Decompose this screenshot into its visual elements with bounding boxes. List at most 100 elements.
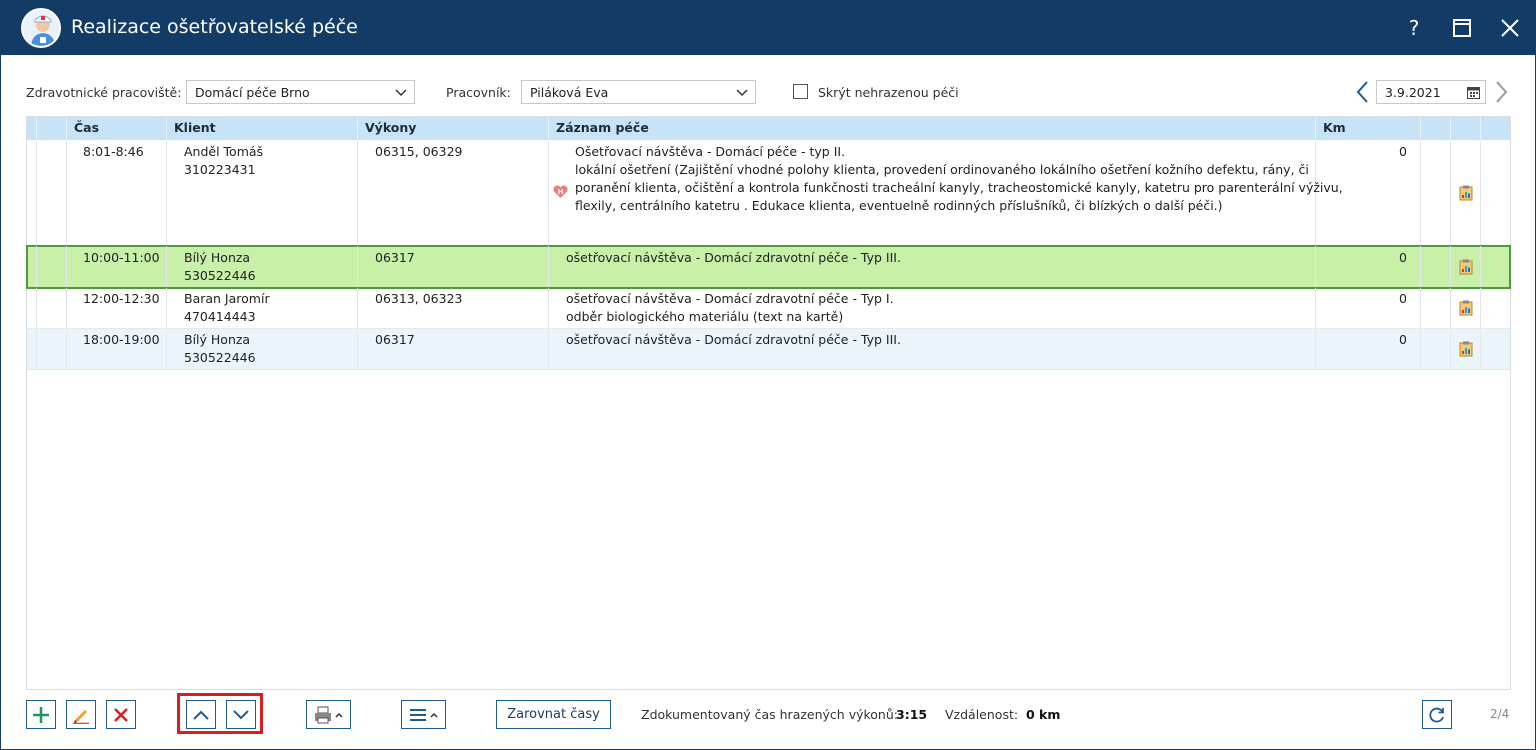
care-records-table: Čas Klient Výkony Záznam péče Km 8:01-8:… xyxy=(26,116,1511,690)
row-time: 12:00-12:30 xyxy=(83,291,160,306)
arrow-right-icon xyxy=(1496,81,1508,103)
row-km: 0 xyxy=(1399,144,1407,159)
row-client-id: 470414443 xyxy=(184,309,256,324)
row-indicator xyxy=(37,329,67,369)
row-procedures: 06317 xyxy=(375,250,415,265)
add-button[interactable] xyxy=(26,700,56,729)
svg-text:H: H xyxy=(558,188,564,196)
align-times-label: Zarovnat časy xyxy=(507,707,600,722)
row-record-line: ošetřovací návštěva - Domácí zdravotní p… xyxy=(566,332,901,347)
window-title: Realizace ošetřovatelské péče xyxy=(71,16,358,38)
row-record-line: lokální ošetření (Zajištění vhodné poloh… xyxy=(575,162,1309,177)
workplace-select[interactable]: Domácí péče Brno xyxy=(186,80,415,104)
header-spacer xyxy=(27,117,37,140)
row-client-name: Baran Jaromír xyxy=(184,291,270,306)
table-row[interactable]: 8:01-8:46 Anděl Tomáš 310223431 06315, 0… xyxy=(27,140,1510,246)
clipboard-chart-icon[interactable] xyxy=(1459,259,1473,275)
row-spacer xyxy=(27,246,37,287)
worker-value: Piláková Eva xyxy=(530,85,609,100)
title-bar: Realizace ošetřovatelské péče ? xyxy=(0,0,1536,55)
printer-icon xyxy=(314,706,343,723)
close-icon xyxy=(1501,19,1519,37)
row-spacer xyxy=(27,329,37,369)
header-km[interactable]: Km xyxy=(1316,117,1421,140)
move-down-button[interactable] xyxy=(226,700,256,729)
row-km: 0 xyxy=(1399,332,1407,347)
row-client-id: 310223431 xyxy=(184,162,256,177)
align-times-button[interactable]: Zarovnat časy xyxy=(496,700,611,729)
worker-select[interactable]: Piláková Eva xyxy=(521,80,756,104)
header-care-record[interactable]: Záznam péče xyxy=(549,117,1316,140)
header-procedures[interactable]: Výkony xyxy=(358,117,549,140)
extra-cell xyxy=(1421,288,1451,328)
chevron-down-icon xyxy=(736,89,748,97)
edit-button[interactable] xyxy=(66,700,96,729)
print-menu-button[interactable] xyxy=(306,700,351,729)
header-time[interactable]: Čas xyxy=(67,117,167,140)
chevron-down-icon xyxy=(395,89,407,97)
row-record-line: poranění klienta, očištění a kontrola fu… xyxy=(575,180,1343,195)
row-procedures: 06313, 06323 xyxy=(375,291,463,306)
move-up-button[interactable] xyxy=(186,700,216,729)
row-client-id: 530522446 xyxy=(184,350,256,365)
row-record-line: odběr biologického materiálu (text na ka… xyxy=(566,309,844,324)
row-km: 0 xyxy=(1399,291,1407,306)
row-indicator xyxy=(37,288,67,328)
extra-cell xyxy=(1421,140,1451,245)
nurse-avatar-icon xyxy=(21,8,61,48)
distance-value: 0 km xyxy=(1026,707,1061,722)
row-procedures: 06315, 06329 xyxy=(375,144,463,159)
header-extra-2 xyxy=(1451,117,1481,140)
table-row[interactable]: 10:00-11:00 Bílý Honza 530522446 06317 o… xyxy=(26,245,1511,289)
refresh-icon xyxy=(1429,707,1444,722)
x-icon xyxy=(114,707,128,722)
header-client[interactable]: Klient xyxy=(167,117,358,140)
clipboard-chart-icon[interactable] xyxy=(1459,341,1473,357)
worker-label: Pracovník: xyxy=(446,85,511,100)
delete-button[interactable] xyxy=(106,700,136,729)
calendar-icon[interactable] xyxy=(1467,86,1480,99)
move-up-icon xyxy=(193,710,209,720)
close-button[interactable] xyxy=(1492,10,1528,46)
move-down-icon xyxy=(233,709,249,719)
row-client-name: Anděl Tomáš xyxy=(184,144,264,159)
table-row[interactable]: 18:00-19:00 Bílý Honza 530522446 06317 o… xyxy=(27,329,1510,370)
more-menu-button[interactable] xyxy=(401,700,446,729)
date-picker[interactable]: 3.9.2021 xyxy=(1376,80,1486,104)
row-time: 8:01-8:46 xyxy=(83,144,144,159)
help-button[interactable]: ? xyxy=(1396,10,1432,46)
previous-day-button[interactable] xyxy=(1354,80,1372,104)
page-indicator: 2/4 xyxy=(1490,707,1510,721)
table-header: Čas Klient Výkony Záznam péče Km xyxy=(27,117,1510,140)
row-km: 0 xyxy=(1399,250,1407,265)
help-icon: ? xyxy=(1408,16,1420,40)
row-client-name: Bílý Honza xyxy=(184,250,251,265)
extra-cell xyxy=(1421,329,1451,369)
row-client-name: Bílý Honza xyxy=(184,332,251,347)
clipboard-chart-icon[interactable] xyxy=(1459,300,1473,316)
clipboard-chart-icon[interactable] xyxy=(1459,185,1473,201)
row-time: 10:00-11:00 xyxy=(83,250,160,265)
next-day-button[interactable] xyxy=(1492,80,1510,104)
maximize-button[interactable] xyxy=(1444,10,1480,46)
workplace-value: Domácí péče Brno xyxy=(195,85,310,100)
hospital-heart-icon: H xyxy=(553,185,568,198)
row-spacer xyxy=(27,288,37,328)
row-record-line: Ošetřovací návštěva - Domácí péče - typ … xyxy=(575,144,846,159)
refresh-button[interactable] xyxy=(1422,700,1452,729)
hide-unpaid-checkbox[interactable] xyxy=(793,84,808,99)
row-record-line: flexily, centrálního katetru . Edukace k… xyxy=(575,198,1223,213)
arrow-left-icon xyxy=(1356,81,1368,103)
menu-icon xyxy=(409,708,438,721)
table-row[interactable]: 12:00-12:30 Baran Jaromír 470414443 0631… xyxy=(27,288,1510,329)
row-procedures: 06317 xyxy=(375,332,415,347)
row-record-line: ošetřovací návštěva - Domácí zdravotní p… xyxy=(566,291,894,306)
row-time: 18:00-19:00 xyxy=(83,332,160,347)
maximize-icon xyxy=(1453,19,1471,37)
row-record-line: ošetřovací návštěva - Domácí zdravotní p… xyxy=(566,250,901,265)
extra-cell xyxy=(1421,246,1451,287)
hide-unpaid-label[interactable]: Skrýt nehrazenou péči xyxy=(818,85,959,100)
plus-icon xyxy=(33,706,49,723)
row-indicator xyxy=(37,246,67,287)
pencil-icon xyxy=(73,709,89,724)
